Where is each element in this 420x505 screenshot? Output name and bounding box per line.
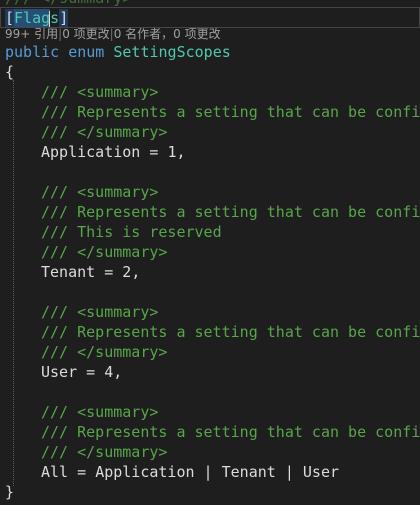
doc-comment-line[interactable]: /// Represents a setting that can be con…	[41, 322, 420, 342]
doc-comment-line[interactable]: /// <summary>	[41, 402, 158, 422]
enum-member-name[interactable]: Application	[41, 143, 140, 161]
keyword-enum: enum	[68, 43, 105, 61]
open-brace: {	[5, 63, 15, 81]
doc-comment-text: /// Represents a setting that can be con…	[41, 203, 420, 221]
doc-comment-line[interactable]: /// Represents a setting that can be con…	[41, 422, 420, 442]
codelens-authors[interactable]: 0 名作者，0 项更改	[114, 27, 221, 41]
doc-comment-text: /// Represents a setting that can be con…	[41, 103, 420, 121]
codelens-changes[interactable]: 0 项更改	[62, 27, 109, 41]
enum-member-line[interactable]: All = Application | Tenant | User	[41, 462, 339, 482]
member-suffix: ,	[113, 363, 123, 381]
enum-member-name[interactable]: User	[41, 363, 77, 381]
enum-member-line[interactable]: User = 4,	[41, 362, 122, 382]
code-editor[interactable]: /// </summary> [Flags] 99+ 引用|0 项更改|0 名作…	[0, 0, 420, 505]
enum-declaration-line[interactable]: public enum SettingScopes	[5, 42, 231, 62]
doc-comment-line[interactable]: /// Represents a setting that can be con…	[41, 102, 420, 122]
enum-type-name[interactable]: SettingScopes	[113, 43, 230, 61]
doc-comment-text: /// <summary>	[41, 83, 159, 101]
doc-comment-text: /// </summary>	[41, 343, 168, 361]
attribute-line[interactable]: [Flags]	[5, 8, 69, 28]
enum-member-line[interactable]: Tenant = 2,	[41, 262, 140, 282]
enum-member-value: Application | Tenant | User	[95, 463, 340, 481]
codelens-bar: 99+ 引用|0 项更改|0 名作者，0 项更改	[5, 26, 221, 42]
doc-comment-line[interactable]: /// <summary>	[41, 82, 158, 102]
doc-comment-line[interactable]: /// </summary>	[41, 342, 167, 362]
enum-member-value: 2	[122, 263, 132, 281]
doc-comment-line[interactable]: /// Represents a setting that can be con…	[41, 202, 420, 222]
attribute-name-rest[interactable]: s	[50, 9, 59, 27]
attribute-name-selected[interactable]: Flag	[14, 9, 51, 27]
open-brace-line[interactable]: {	[5, 62, 14, 82]
indent-guide	[13, 80, 14, 486]
assign-operator: =	[68, 463, 96, 481]
doc-comment-line[interactable]: /// </summary>	[41, 242, 167, 262]
doc-comment-text: /// <summary>	[41, 403, 159, 421]
member-suffix: ,	[131, 263, 141, 281]
enum-member-name[interactable]: All	[41, 463, 68, 481]
doc-comment-line[interactable]: /// </summary>	[41, 442, 167, 462]
doc-comment-text: /// <summary>	[41, 303, 159, 321]
doc-comment-line[interactable]: /// <summary>	[41, 302, 158, 322]
attribute-close-bracket: ]	[59, 9, 69, 27]
doc-comment-text: /// </summary>	[41, 243, 168, 261]
doc-comment-text: /// <summary>	[41, 183, 159, 201]
close-brace-line[interactable]: }	[5, 482, 14, 502]
assign-operator: =	[95, 263, 123, 281]
doc-comment-line[interactable]: /// <summary>	[41, 182, 158, 202]
member-suffix: ,	[176, 143, 186, 161]
doc-comment-text: /// Represents a setting that can be con…	[41, 323, 420, 341]
codelens-references[interactable]: 99+ 引用	[5, 27, 58, 41]
enum-member-name[interactable]: Tenant	[41, 263, 95, 281]
assign-operator: =	[77, 363, 105, 381]
doc-comment-text: /// Represents a setting that can be con…	[41, 423, 420, 441]
doc-comment-line[interactable]: /// </summary>	[41, 122, 167, 142]
enum-member-line[interactable]: Application = 1,	[41, 142, 186, 162]
doc-comment-text: /// </summary>	[41, 443, 168, 461]
assign-operator: =	[140, 143, 168, 161]
doc-comment-text: /// </summary>	[41, 123, 168, 141]
attribute-open-bracket: [	[5, 9, 15, 27]
enum-member-value: 4	[104, 363, 114, 381]
doc-comment-line[interactable]: /// This is reserved	[41, 222, 222, 242]
keyword-public: public	[5, 43, 60, 61]
close-brace: }	[5, 483, 15, 501]
doc-comment-text: /// This is reserved	[41, 223, 222, 241]
